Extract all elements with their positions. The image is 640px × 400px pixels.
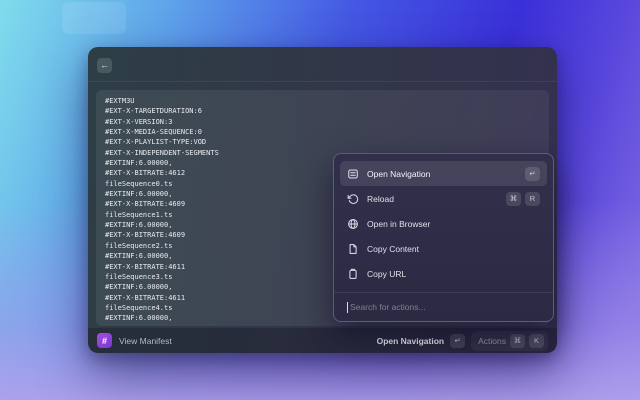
clipboard-icon: [347, 268, 359, 280]
command-hash-icon: #: [97, 333, 112, 348]
actions-menu: Open Navigation↵Reload⌘ROpen in BrowserC…: [333, 153, 554, 322]
menu-item-copy-content[interactable]: Copy Content: [340, 236, 547, 261]
manifest-line: #EXT-X-TARGETDURATION:6: [105, 106, 541, 116]
back-arrow-icon: ←: [100, 60, 109, 70]
key-badge: R: [525, 192, 540, 206]
actions-label: Actions: [478, 336, 506, 346]
primary-action-label[interactable]: Open Navigation: [377, 336, 445, 346]
key-badge: ⌘: [506, 192, 521, 206]
menu-item-label: Reload: [367, 194, 394, 204]
command-title: View Manifest: [119, 336, 172, 346]
menu-item-open-navigation[interactable]: Open Navigation ↵: [340, 161, 547, 186]
globe-icon: [347, 218, 359, 230]
manifest-line: #EXT-X-PLAYLIST-TYPE:VOD: [105, 137, 541, 147]
search-placeholder: Search for actions...: [350, 302, 426, 312]
menu-item-reload[interactable]: Reload⌘R: [340, 186, 547, 211]
list-icon: [347, 168, 359, 180]
menu-item-label: Copy URL: [367, 269, 406, 279]
window-header: ←: [88, 47, 557, 82]
back-button[interactable]: ←: [97, 58, 112, 73]
document-icon: [347, 243, 359, 255]
cmd-key-badge: ⌘: [510, 334, 525, 348]
menu-item-shortcuts: ↵: [525, 167, 540, 181]
manifest-line: #EXT-X-MEDIA-SEQUENCE:0: [105, 127, 541, 137]
k-key-badge: K: [529, 334, 544, 348]
manifest-line: #EXTM3U: [105, 96, 541, 106]
actions-search-input[interactable]: Search for actions...: [334, 292, 553, 321]
actions-menu-list: Open Navigation↵Reload⌘ROpen in BrowserC…: [334, 154, 553, 286]
menu-item-copy-url[interactable]: Copy URL: [340, 261, 547, 286]
menu-item-shortcuts: ⌘R: [506, 192, 540, 206]
menu-item-open-in-browser[interactable]: Open in Browser: [340, 211, 547, 236]
menu-item-label: Copy Content: [367, 244, 419, 254]
manifest-line: #EXT-X-VERSION:3: [105, 117, 541, 127]
actions-button[interactable]: Actions ⌘ K: [471, 331, 548, 351]
desktop-background: ← #EXTM3U#EXT-X-TARGETDURATION:6#EXT-X-V…: [0, 0, 640, 400]
manifest-line: #EXT-X-BITRATE:4612: [105, 324, 541, 326]
reload-icon: [347, 193, 359, 205]
background-ghost-window: [62, 2, 126, 34]
menu-item-label: Open Navigation: [367, 169, 430, 179]
text-caret: [347, 302, 348, 313]
status-bar-right: Open Navigation ↵ Actions ⌘ K: [377, 331, 548, 351]
return-key-badge: ↵: [450, 334, 465, 348]
menu-item-label: Open in Browser: [367, 219, 430, 229]
key-badge: ↵: [525, 167, 540, 181]
status-bar: # View Manifest Open Navigation ↵ Action…: [88, 327, 557, 353]
